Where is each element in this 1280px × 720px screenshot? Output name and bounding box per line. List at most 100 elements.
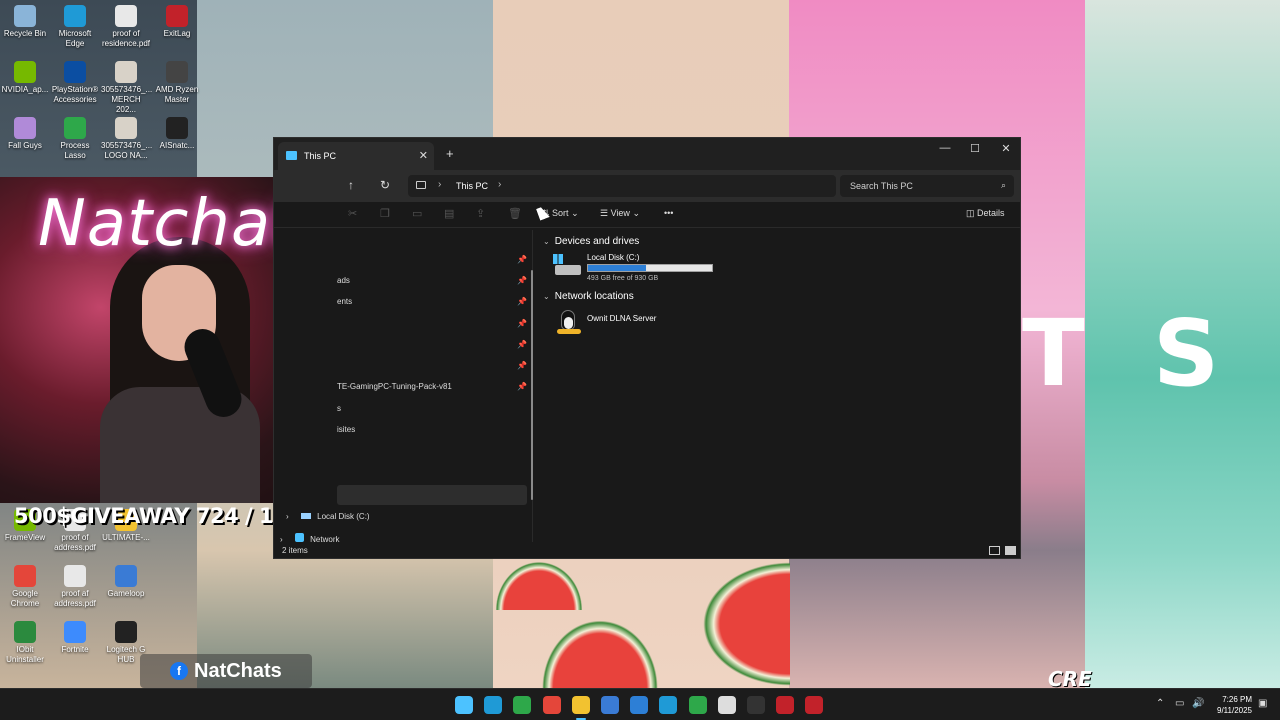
desktop-icon[interactable]: Fall Guys (0, 117, 50, 151)
desktop-icon-label: IObit Uninstaller (6, 645, 44, 664)
app-icon (14, 61, 36, 83)
sidebar-item-label: ads (337, 276, 350, 285)
record-icon[interactable] (776, 696, 795, 714)
view-button[interactable]: ☰ View ⌄ (600, 208, 640, 219)
app-icon (14, 5, 36, 27)
desktop-icon[interactable]: IObit Uninstaller (0, 621, 50, 665)
pin-icon[interactable]: 📌 (517, 361, 527, 370)
app-icon (64, 61, 86, 83)
drive-small-icon (300, 513, 311, 519)
pin-icon[interactable]: 📌 (517, 340, 527, 349)
chevron-right-icon[interactable]: › (286, 512, 289, 521)
new-tab-button[interactable]: + (446, 146, 454, 161)
close-button[interactable]: ✕ (998, 142, 1014, 155)
remote-icon[interactable] (659, 696, 678, 714)
maximize-button[interactable]: ☐ (967, 142, 983, 155)
clock[interactable]: 7:26 PM 9/11/2025 (1208, 694, 1252, 716)
tiles-view-icon[interactable] (1005, 546, 1016, 555)
desktop-icon[interactable]: AISnatc... (152, 117, 202, 151)
title-bar[interactable]: This PC ✕ + — ☐ ✕ (274, 138, 1020, 170)
paste-icon[interactable]: ▭ (412, 207, 422, 220)
desktop-icon[interactable]: 305573476_... LOGO NA... (101, 117, 152, 161)
desktop-icon-label: PlayStation® Accessories (51, 85, 99, 104)
desktop-icon[interactable]: Microsoft Edge (50, 5, 100, 49)
group-header-devices[interactable]: ⌄ Devices and drives (543, 236, 639, 247)
desktop-icon-label: Fall Guys (8, 141, 42, 150)
pin-icon[interactable]: 📌 (517, 297, 527, 306)
minimize-button[interactable]: — (937, 142, 953, 154)
chevron-right-icon[interactable]: › (438, 179, 441, 190)
desktop-icon-label: AMD Ryzen Master (155, 85, 199, 104)
breadcrumb-this-pc[interactable]: This PC (456, 181, 488, 191)
flag-icon[interactable] (717, 696, 736, 714)
group-header-network[interactable]: ⌄ Network locations (543, 291, 634, 302)
refresh-icon[interactable]: ↻ (380, 178, 390, 192)
file-explorer-icon[interactable] (571, 696, 590, 714)
rename-icon[interactable]: ▤ (444, 207, 454, 220)
desktop-icon-label: Recycle Bin (3, 29, 47, 38)
sidebar-item-label: s (337, 404, 341, 413)
pin-icon[interactable]: 📌 (517, 255, 527, 264)
details-view-icon[interactable] (989, 546, 1000, 555)
sidebar-item-label: ents (337, 297, 353, 306)
desktop-icon[interactable]: Gameloop (101, 565, 151, 599)
desktop-icon[interactable]: proof of residence.pdf (101, 5, 151, 49)
chevron-down-icon[interactable]: ⌄ (543, 292, 552, 301)
start-icon[interactable] (455, 696, 473, 714)
desktop-icon[interactable]: AMD Ryzen Master (152, 61, 202, 105)
edge-icon[interactable] (484, 696, 503, 714)
desktop-icon-label: ExitLag (163, 29, 191, 38)
monitor-icon (416, 181, 426, 189)
tab-this-pc[interactable]: This PC ✕ (278, 142, 434, 170)
chevron-up-icon[interactable]: ⌃ (1156, 698, 1164, 709)
process-lasso-icon[interactable] (513, 696, 532, 714)
address-bar[interactable]: › This PC › (408, 175, 836, 197)
copy-icon[interactable]: ❐ (380, 207, 390, 220)
share-icon[interactable]: ⇪ (476, 207, 485, 220)
pin-icon[interactable]: 📌 (517, 319, 527, 328)
more-options-button[interactable]: ••• (664, 208, 673, 218)
sidebar-selected-item[interactable] (337, 485, 527, 505)
tree-item-local-disk[interactable]: › Local Disk (C:) (286, 512, 370, 521)
store-icon[interactable] (601, 696, 619, 714)
app-icon (115, 565, 137, 587)
pin-icon[interactable]: 📌 (517, 276, 527, 285)
desktop-icon[interactable]: proof af address.pdf (50, 565, 100, 609)
search-box[interactable]: Search This PC ⌕ (840, 175, 1014, 197)
wallpaper-letter-t: T (1022, 300, 1085, 407)
desktop-icon[interactable]: NVIDIA_ap... (0, 61, 50, 95)
delete-icon[interactable]: 🗑 (508, 207, 522, 220)
chrome-icon[interactable] (542, 696, 561, 714)
desktop-icon[interactable]: 305573476_... MERCH 202... (101, 61, 152, 115)
sidebar-scrollbar[interactable] (531, 270, 533, 500)
network-icon[interactable]: ▭ (1175, 698, 1184, 709)
file-explorer-window[interactable]: This PC ✕ + — ☐ ✕ ↑ ↻ › This PC › Search… (273, 137, 1021, 559)
content-area[interactable]: ⌄ Devices and drives Local Disk (C:) 493… (539, 230, 1019, 542)
epic-games-icon[interactable] (747, 696, 765, 714)
photos-icon[interactable] (630, 696, 649, 714)
search-input[interactable]: Search This PC (850, 181, 913, 191)
up-arrow-icon[interactable]: ↑ (348, 178, 354, 192)
app-icon (64, 621, 86, 643)
watermelon-slice (540, 618, 660, 688)
desktop-icon[interactable]: ExitLag (152, 5, 202, 39)
navigation-pane[interactable]: 📌 ads 📌 ents 📌 📌 📌 📌 TE-GamingPC-Tuning-Pack-v81… (274, 230, 532, 544)
search-icon: ⌕ (1000, 180, 1006, 190)
desktop-icon[interactable]: Process Lasso (50, 117, 100, 161)
chevron-down-icon[interactable]: ⌄ (543, 237, 552, 246)
exitlag-icon[interactable] (805, 696, 824, 714)
details-button[interactable]: ◫ Details (966, 208, 1005, 219)
desktop-icon[interactable]: PlayStation® Accessories (50, 61, 100, 105)
cut-icon[interactable]: ✂ (348, 207, 357, 220)
desktop-icon[interactable]: Google Chrome (0, 565, 50, 609)
command-bar: ✂ ❐ ▭ ▤ ⇪ 🗑 ⇅ Sort ⌄ ☰ View ⌄ ••• ◫ Deta… (274, 202, 1020, 228)
desktop-icon[interactable]: Recycle Bin (0, 5, 50, 39)
tab-close-icon[interactable]: ✕ (419, 149, 428, 162)
pin-icon[interactable]: 📌 (517, 382, 527, 391)
notification-icon[interactable]: ▣ (1258, 698, 1267, 709)
desktop-icon[interactable]: Fortnite (50, 621, 100, 655)
volume-icon[interactable]: 🔊 (1192, 698, 1204, 709)
app-icon (166, 61, 188, 83)
upwork-icon[interactable] (688, 696, 707, 714)
chevron-right-icon[interactable]: › (498, 179, 501, 190)
